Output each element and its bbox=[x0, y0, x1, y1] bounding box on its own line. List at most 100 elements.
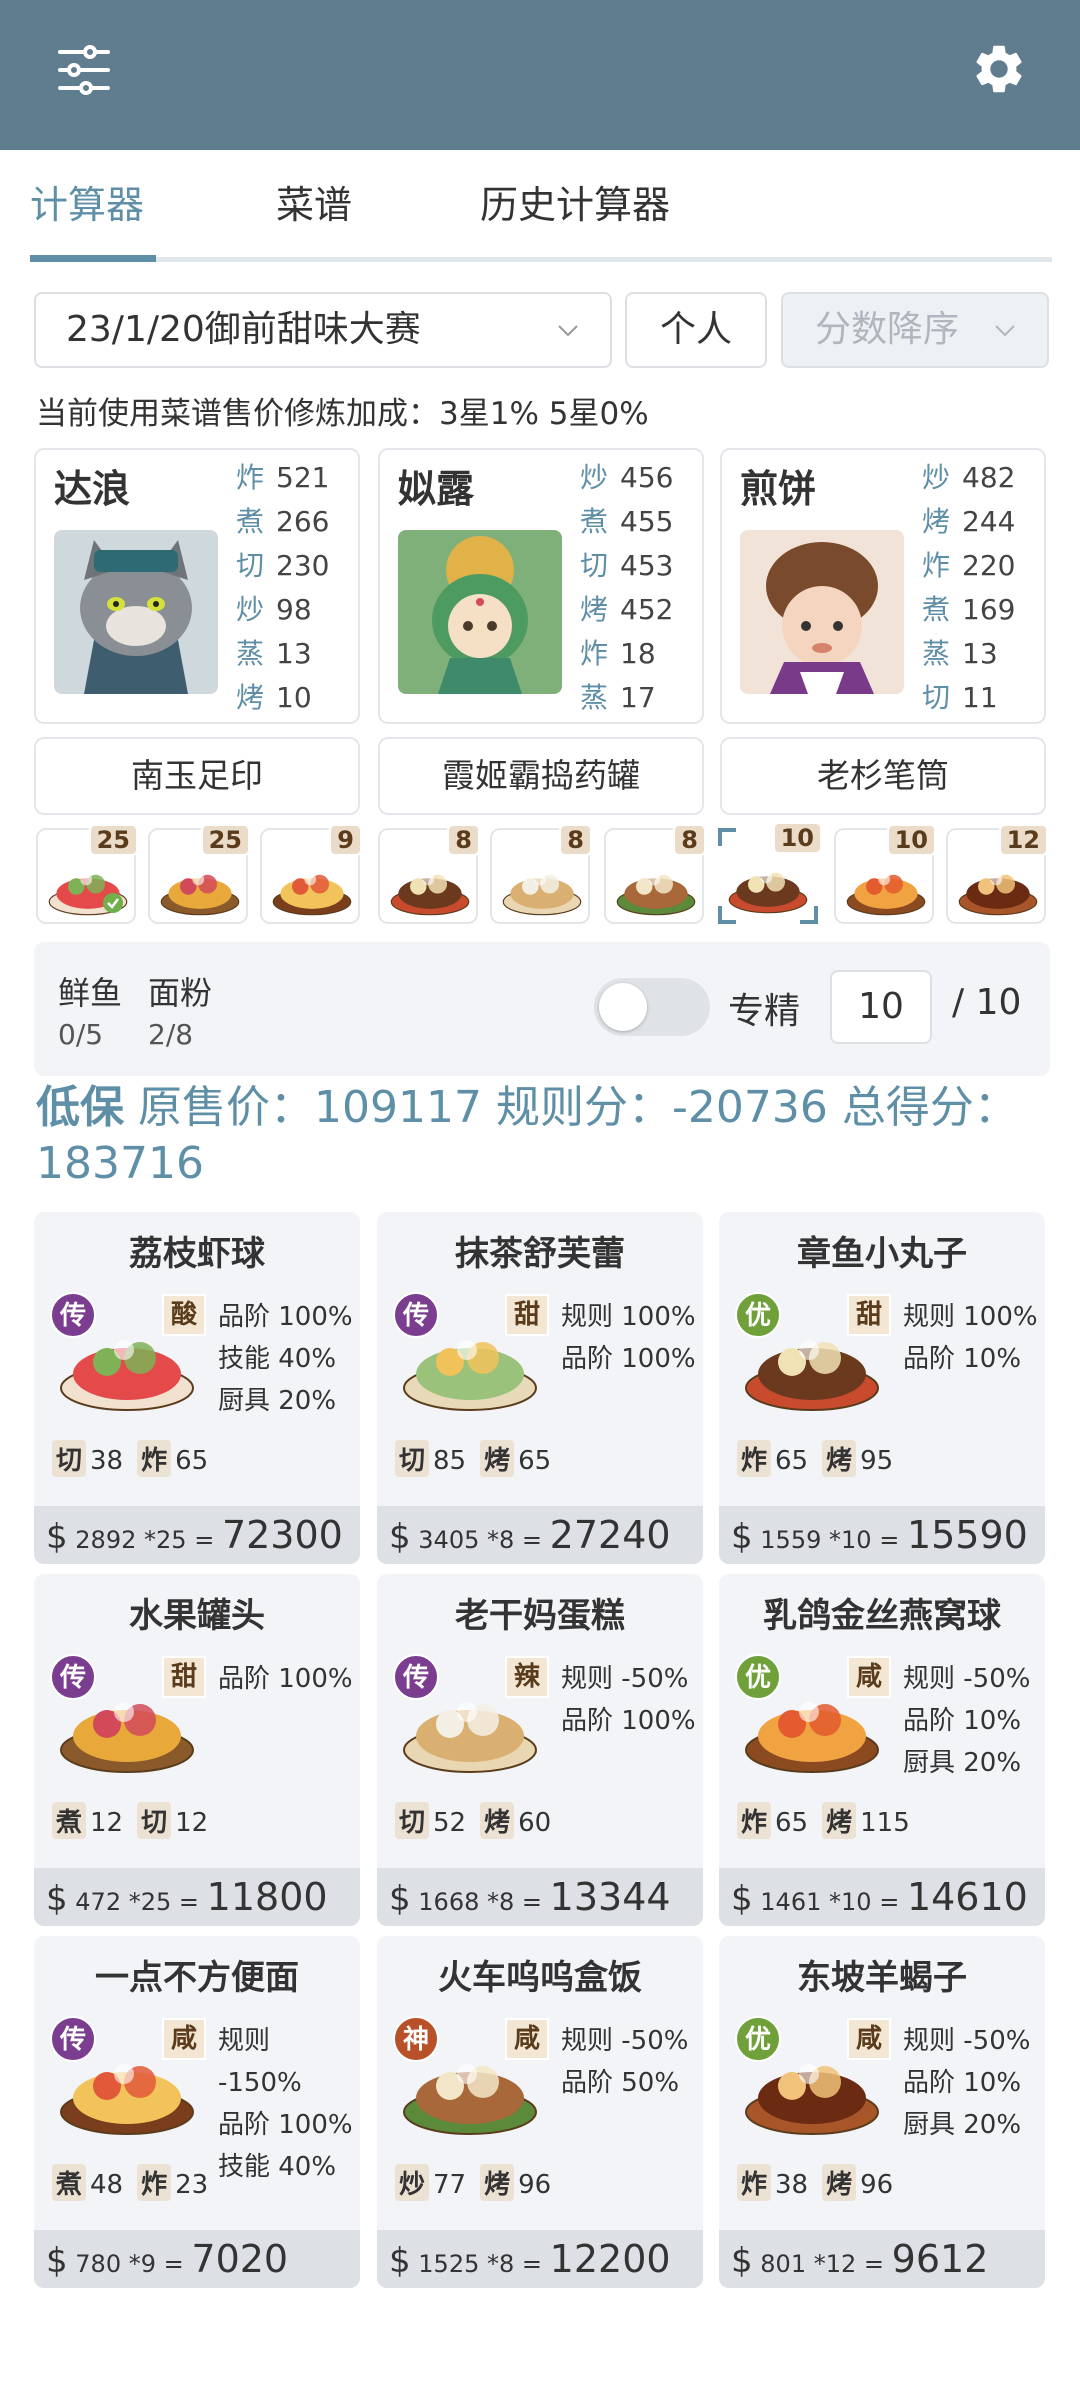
chef-portrait bbox=[54, 530, 218, 694]
chef-portrait bbox=[740, 530, 904, 694]
selection-corner bbox=[800, 906, 818, 924]
recipe-card[interactable]: 章鱼小丸子 优 甜 规则 100% 品阶 10% 炸 65 烤 95 $ 1559 *1… bbox=[719, 1212, 1045, 1564]
contest-select[interactable]: 23/1/20御前甜味大赛 bbox=[34, 292, 612, 368]
recipe-thumb[interactable]: 12 bbox=[946, 824, 1048, 924]
recipe-total: 9612 bbox=[891, 2237, 989, 2281]
count-input[interactable]: 10 bbox=[830, 970, 932, 1044]
ingredient-label: 面粉 bbox=[148, 974, 213, 1012]
top-bar bbox=[0, 0, 1080, 150]
taste-badge: 咸 bbox=[162, 2018, 206, 2060]
recipe-total: 7020 bbox=[191, 2237, 289, 2281]
tab-recipes[interactable]: 菜谱 bbox=[276, 175, 352, 235]
taste-badge: 甜 bbox=[505, 1294, 549, 1336]
recipe-card[interactable]: 一点不方便面 传 咸 规则 -150% 品阶 100% 技能 40% 煮 48 炸 23 … bbox=[34, 1936, 360, 2288]
skill-tag: 切 bbox=[52, 1440, 87, 1477]
skill-tag: 煮 bbox=[52, 1802, 87, 1839]
recipe-thumb[interactable]: 10 bbox=[834, 824, 936, 924]
skill-requirements: 煮 12 切 12 bbox=[52, 1802, 222, 1839]
recipe-card[interactable]: 荔枝虾球 传 酸 品阶 100% 技能 40% 厨具 20% 切 38 炸 65 $ 28… bbox=[34, 1212, 360, 1564]
dollar-icon: $ bbox=[731, 2241, 753, 2281]
bonus-line: 品阶 10% bbox=[903, 1706, 1022, 1736]
recipe-count-badge: 25 bbox=[88, 824, 138, 856]
dollar-icon: $ bbox=[46, 2241, 68, 2281]
unit-price: 3405 bbox=[418, 1526, 480, 1554]
unit-price: 1461 bbox=[760, 1888, 822, 1916]
tab-history[interactable]: 历史计算器 bbox=[480, 175, 670, 235]
unit-price: 1559 bbox=[760, 1526, 822, 1554]
recipe-count-badge: 9 bbox=[329, 824, 362, 856]
gear-icon[interactable] bbox=[970, 40, 1028, 98]
recipe-card[interactable]: 乳鸽金丝燕窝球 优 咸 规则 -50% 品阶 10% 厨具 20% 炸 65 烤 115 … bbox=[719, 1574, 1045, 1926]
sort-select[interactable]: 分数降序 bbox=[781, 292, 1049, 368]
mode-select[interactable]: 个人 bbox=[625, 292, 767, 368]
recipe-card[interactable]: 东坡羊蝎子 优 咸 规则 -50% 品阶 10% 厨具 20% 炸 38 烤 96 $ 8… bbox=[719, 1936, 1045, 2288]
price-row: $ 1668 *8 = 13344 bbox=[377, 1868, 703, 1926]
rarity-badge: 传 bbox=[393, 1654, 439, 1700]
chef-card[interactable]: 姒露 炒 456 煮 455 切 453 烤 452 炸 18 蒸 17 bbox=[378, 448, 704, 724]
equipment-slot[interactable]: 南玉足印 bbox=[34, 737, 360, 815]
ingredient-label: 鲜鱼 bbox=[58, 974, 123, 1012]
skill-value: 23 bbox=[175, 2170, 209, 2200]
recipe-total: 14610 bbox=[906, 1875, 1028, 1919]
mastery-label: 专精 bbox=[728, 991, 801, 1032]
ingredient-count: 0/5 bbox=[58, 1018, 104, 1051]
bonus-line: 技能 40% bbox=[218, 2152, 337, 2182]
recipe-card[interactable]: 抹茶舒芙蕾 传 甜 规则 100% 品阶 100% 切 85 烤 65 $ 3405 *… bbox=[377, 1212, 703, 1564]
recipe-total: 12200 bbox=[549, 2237, 671, 2281]
recipe-card[interactable]: 老干妈蛋糕 传 辣 规则 -50% 品阶 100% 切 52 烤 60 $ 1668 *… bbox=[377, 1574, 703, 1926]
bonus-line: 品阶 100% bbox=[218, 2110, 353, 2140]
dollar-icon: $ bbox=[46, 1879, 68, 1919]
count-max: / 10 bbox=[952, 982, 1022, 1023]
price-row: $ 2892 *25 = 72300 bbox=[34, 1506, 360, 1564]
bonus-line: 规则 100% bbox=[561, 1302, 696, 1332]
unit-price: 1525 bbox=[418, 2250, 480, 2278]
skill-value: 65 bbox=[518, 1446, 552, 1476]
skill-value: 38 bbox=[90, 1446, 124, 1476]
recipe-name: 抹茶舒芙蕾 bbox=[455, 1234, 625, 1274]
recipe-thumb[interactable]: 8 bbox=[378, 824, 480, 924]
skill-tag: 炸 bbox=[737, 1440, 772, 1477]
chef-card[interactable]: 达浪 炸 521 煮 266 切 230 炒 98 蒸 13 烤 10 bbox=[34, 448, 360, 724]
taste-badge: 甜 bbox=[162, 1656, 206, 1698]
taste-badge: 咸 bbox=[505, 2018, 549, 2060]
equipment-slot[interactable]: 老杉笔筒 bbox=[720, 737, 1046, 815]
price-row: $ 3405 *8 = 27240 bbox=[377, 1506, 703, 1564]
tab-calculator[interactable]: 计算器 bbox=[30, 175, 144, 235]
bonus-list: 品阶 100% bbox=[218, 1658, 353, 1700]
rule-score: -20736 bbox=[671, 1082, 828, 1133]
skill-value: 65 bbox=[775, 1808, 809, 1838]
skill-value: 96 bbox=[518, 2170, 552, 2200]
sliders-icon[interactable] bbox=[56, 42, 112, 98]
recipe-thumb[interactable]: 10 bbox=[718, 822, 822, 924]
quantity-multiplier: *25 bbox=[128, 1888, 172, 1916]
options-panel: 鲜鱼 0/5 面粉 2/8 专精 10 / 10 bbox=[34, 942, 1050, 1076]
recipe-card[interactable]: 火车呜呜盒饭 神 咸 规则 -50% 品阶 50% 炒 77 烤 96 $ 1525 *… bbox=[377, 1936, 703, 2288]
mastery-toggle[interactable] bbox=[594, 978, 710, 1036]
recipe-name: 一点不方便面 bbox=[95, 1958, 299, 1998]
recipe-thumb[interactable]: 9 bbox=[260, 824, 362, 924]
recipe-count-badge: 25 bbox=[200, 824, 250, 856]
equipment-slot[interactable]: 霞姬霸捣药罐 bbox=[378, 737, 704, 815]
recipe-card[interactable]: 水果罐头 传 甜 品阶 100% 煮 12 切 12 $ 472 *25 = 1180… bbox=[34, 1574, 360, 1926]
recipe-thumb[interactable]: 8 bbox=[604, 824, 706, 924]
skill-value: 60 bbox=[518, 1808, 552, 1838]
sort-select-value: 分数降序 bbox=[815, 309, 960, 350]
recipe-thumb[interactable]: 25 bbox=[36, 824, 138, 924]
skill-tag: 切 bbox=[395, 1802, 430, 1839]
taste-badge: 辣 bbox=[505, 1656, 549, 1698]
summary-label: 规则分： bbox=[495, 1082, 672, 1133]
recipe-thumb[interactable]: 8 bbox=[490, 824, 592, 924]
chef-card[interactable]: 煎饼 炒 482 烤 244 炸 220 煮 169 蒸 13 切 11 bbox=[720, 448, 1046, 724]
recipe-name: 荔枝虾球 bbox=[129, 1234, 265, 1274]
bonus-line: 厨具 20% bbox=[218, 1386, 337, 1416]
recipe-count-badge: 8 bbox=[673, 824, 706, 856]
recipe-count-badge: 10 bbox=[886, 824, 936, 856]
quantity-multiplier: *8 bbox=[487, 1526, 515, 1554]
summary-label: 原售价： bbox=[138, 1082, 314, 1133]
skill-tag: 煮 bbox=[52, 2164, 87, 2201]
skill-tag: 烤 bbox=[822, 2164, 857, 2201]
rarity-badge: 神 bbox=[393, 2016, 439, 2062]
bonus-line: 品阶 100% bbox=[561, 1706, 696, 1736]
recipe-thumb[interactable]: 25 bbox=[148, 824, 250, 924]
recipe-name: 章鱼小丸子 bbox=[797, 1234, 967, 1274]
